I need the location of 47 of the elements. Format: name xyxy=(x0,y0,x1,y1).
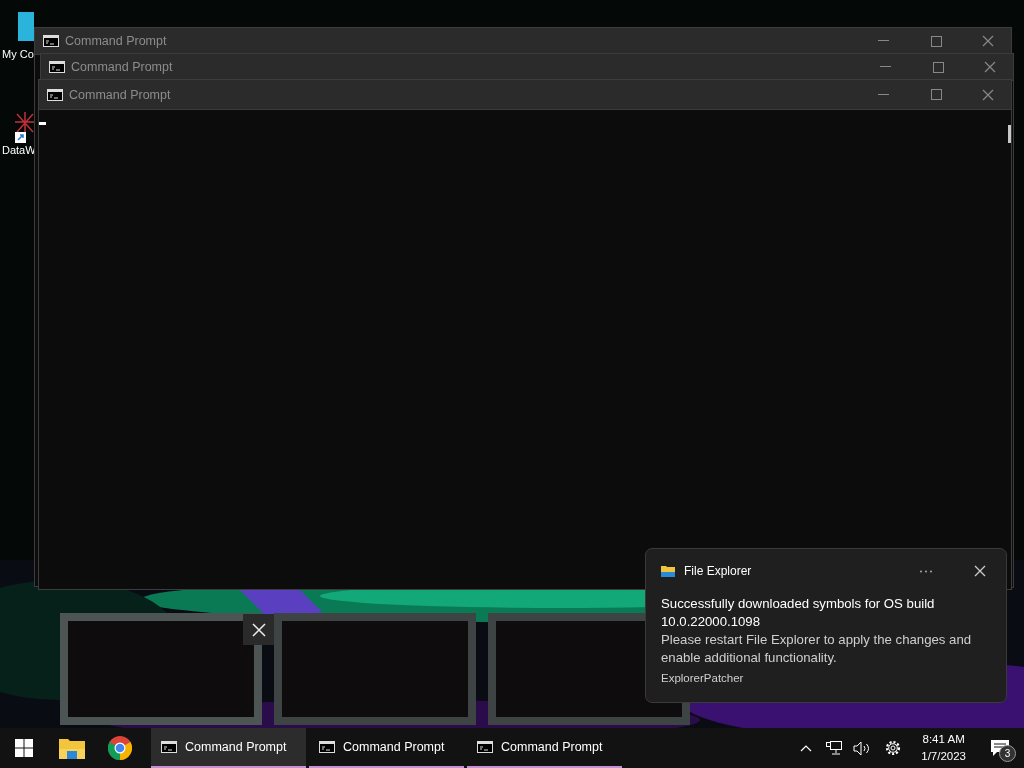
taskbar-button[interactable]: Command Prompt xyxy=(151,728,306,768)
terminal-icon xyxy=(477,741,493,753)
close-icon xyxy=(982,35,994,47)
taskbar-button[interactable]: Command Prompt xyxy=(467,728,622,768)
network-icon xyxy=(826,740,843,756)
window-thumbnail[interactable] xyxy=(274,613,476,725)
close-icon xyxy=(984,61,996,73)
terminal-icon xyxy=(43,35,59,47)
taskbar-button[interactable]: Command Prompt xyxy=(309,728,464,768)
icon-label[interactable]: DataW xyxy=(2,144,36,156)
window-title: Command Prompt xyxy=(71,60,174,74)
close-icon xyxy=(252,622,266,637)
folder-icon xyxy=(661,565,675,577)
settings-icon xyxy=(884,739,903,757)
notification-count: 3 xyxy=(999,745,1016,762)
minimize-icon xyxy=(880,66,892,68)
maximize-icon xyxy=(930,35,942,47)
icon-label[interactable]: My Co xyxy=(2,48,34,60)
notification-title: Successfully downloaded symbols for OS build 10.0.22000.1098 xyxy=(661,595,936,631)
maximize-icon xyxy=(930,89,942,100)
browser-icon xyxy=(108,736,132,760)
volume-icon xyxy=(853,740,872,756)
maximize-icon xyxy=(932,61,944,73)
window-thumbnail[interactable] xyxy=(60,613,262,725)
scrollbar-thumb[interactable] xyxy=(1008,125,1011,143)
notification-body: Please restart File Explorer to apply the changes and enable additional functionality. xyxy=(661,631,973,667)
close-icon xyxy=(982,88,994,101)
chevron-up-icon xyxy=(800,744,813,752)
window-title: Command Prompt xyxy=(69,87,172,102)
more-icon xyxy=(919,569,933,573)
folder-icon xyxy=(59,737,85,759)
terminal-icon xyxy=(161,741,177,753)
close-icon xyxy=(974,565,986,577)
notification-source: ExplorerPatcher xyxy=(661,672,745,684)
text-cursor xyxy=(39,122,46,125)
windows-logo-icon xyxy=(15,739,33,757)
window-title: Command Prompt xyxy=(65,34,168,48)
notification-center-button[interactable]: 3 xyxy=(980,728,1020,768)
terminal-icon xyxy=(49,61,65,73)
close-button[interactable] xyxy=(243,614,275,645)
app-name: File Explorer xyxy=(684,564,753,578)
shortcut-icon[interactable] xyxy=(13,112,37,144)
terminal-icon xyxy=(319,741,335,753)
minimize-icon xyxy=(878,40,890,42)
terminal-icon xyxy=(47,88,63,101)
clock[interactable]: 8:41 AM 1/7/2023 xyxy=(913,731,974,765)
minimize-icon xyxy=(878,93,890,96)
